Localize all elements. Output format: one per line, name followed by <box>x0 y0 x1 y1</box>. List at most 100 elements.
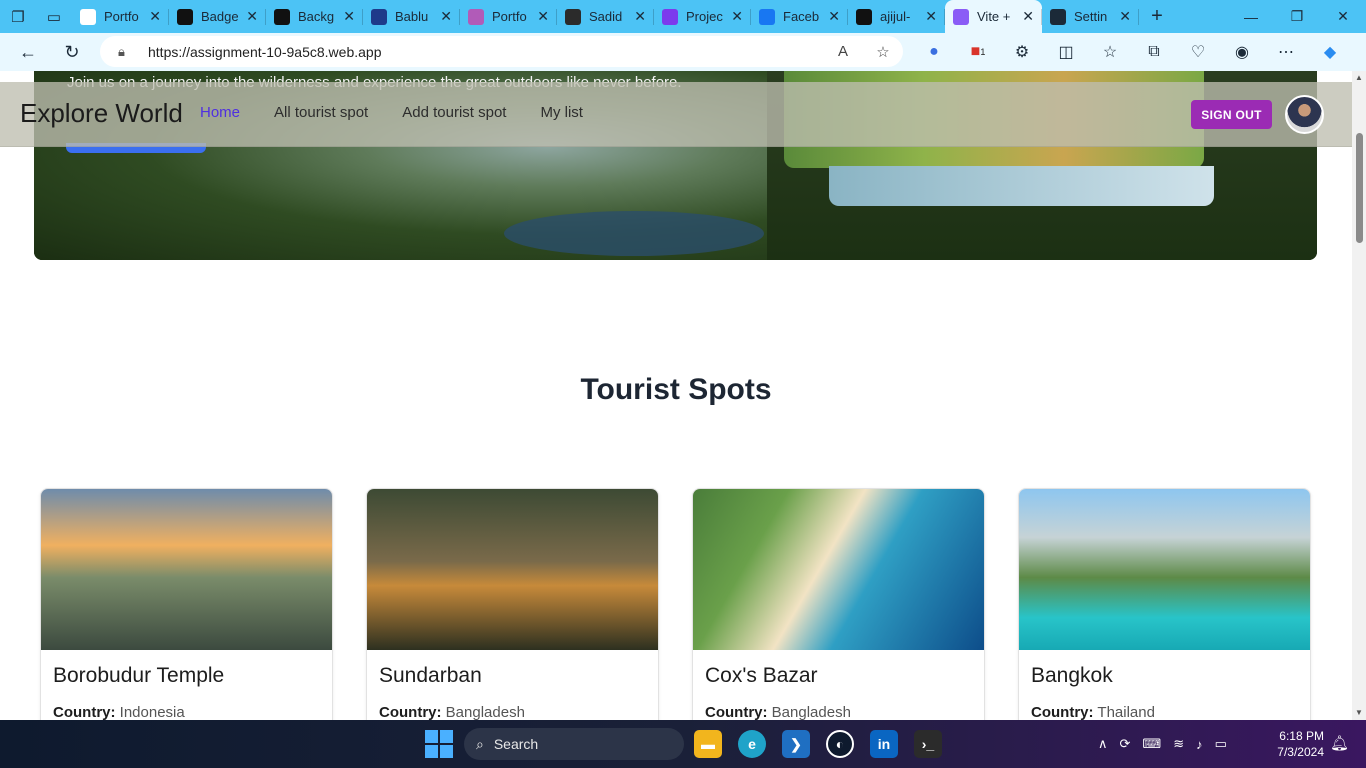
browser-tab-title: Portfo <box>492 9 527 24</box>
doc-icon <box>80 8 96 25</box>
refresh-icon[interactable]: ↻ <box>50 33 94 71</box>
restore-icon[interactable]: ❐ <box>1274 0 1320 33</box>
browser-tab-strip: ❐ ▭ Portfo ✕ Badge ✕ Backg ✕ Bablu ✕ Portfo ✕ Sadi… <box>0 0 1366 33</box>
close-tab-icon[interactable]: ✕ <box>440 8 452 25</box>
browser-tab[interactable]: Settin ✕ <box>1042 0 1139 33</box>
copilot-icon[interactable]: ◆ <box>1308 42 1352 62</box>
more-menu-icon[interactable]: ⋯ <box>1264 42 1308 62</box>
browser-tab[interactable]: ajijul- ✕ <box>848 0 945 33</box>
extensions-icon[interactable]: ⚙︎ <box>1000 42 1044 62</box>
portfolio-icon <box>468 8 484 25</box>
lock-icon[interactable]: 🔒︎ <box>118 44 134 60</box>
extension-badge-count: 1 <box>980 47 986 57</box>
section-title: Tourist Spots <box>580 373 772 406</box>
scrollbar-thumb[interactable] <box>1356 133 1363 243</box>
close-tab-icon[interactable]: ✕ <box>925 8 937 25</box>
close-tab-icon[interactable]: ✕ <box>246 8 258 25</box>
card-image-borobudur[interactable] <box>41 489 332 650</box>
card-country-value: Bangladesh <box>771 704 851 720</box>
volume-icon[interactable]: ♪ <box>1196 737 1203 752</box>
nav-link-all-tourist-spot[interactable]: All tourist spot <box>274 104 368 121</box>
browser-essentials-icon[interactable]: ♡ <box>1176 42 1220 62</box>
mongodb-compass-icon[interactable]: ◐ <box>826 730 854 758</box>
sync-icon[interactable]: ⟳ <box>1120 736 1131 752</box>
tab-actions-icon[interactable]: ▭ <box>36 0 72 33</box>
copilot-sidebar-icon[interactable]: ● <box>912 43 956 61</box>
read-aloud-icon[interactable]: A <box>823 43 863 60</box>
browser-tab[interactable]: Sadid ✕ <box>557 0 654 33</box>
sign-out-button[interactable]: SIGN OUT <box>1191 100 1272 129</box>
tourist-spot-card[interactable]: Bangkok Country: Thailand <box>1018 488 1311 720</box>
minimize-icon[interactable]: — <box>1228 0 1274 33</box>
keyboard-icon[interactable]: ⌨ <box>1142 736 1161 752</box>
edge-browser-icon[interactable]: e <box>738 730 766 758</box>
browser-tab[interactable]: Projec ✕ <box>654 0 751 33</box>
nav-link-add-tourist-spot[interactable]: Add tourist spot <box>402 104 506 121</box>
card-country: Country: Bangladesh <box>367 688 658 720</box>
terminal-icon[interactable]: ›_ <box>914 730 942 758</box>
hero-image-water <box>829 166 1214 206</box>
card-country-value: Indonesia <box>119 704 185 720</box>
taskbar-search[interactable]: ⌕ Search <box>464 728 684 760</box>
card-image-coxs-bazar[interactable] <box>693 489 984 650</box>
page-scrollbar[interactable]: ▲ ▼ <box>1352 71 1366 720</box>
browser-tab[interactable]: Bablu ✕ <box>363 0 460 33</box>
close-window-icon[interactable]: ✕ <box>1320 0 1366 33</box>
close-tab-icon[interactable]: ✕ <box>828 8 840 25</box>
tray-overflow-icon[interactable]: ∧ <box>1098 736 1108 752</box>
favorites-icon[interactable]: ☆ <box>1088 42 1132 62</box>
tab-list: Portfo ✕ Badge ✕ Backg ✕ Bablu ✕ Portfo ✕ Sadid ✕ Pr… <box>72 0 1139 33</box>
extension-badge-icon[interactable]: ■ 1 <box>956 43 1000 61</box>
card-country: Country: Thailand <box>1019 688 1310 720</box>
close-tab-icon[interactable]: ✕ <box>149 8 161 25</box>
browser-tab[interactable]: Vite + ✕ <box>945 0 1042 33</box>
notification-bell-icon[interactable]: 🔔︎ <box>1330 734 1349 752</box>
address-bar[interactable]: 🔒︎ https://assignment-10-9a5c8.web.app A… <box>100 36 903 67</box>
browser-tab[interactable]: Portfo ✕ <box>72 0 169 33</box>
close-tab-icon[interactable]: ✕ <box>1119 8 1131 25</box>
new-tab-button[interactable]: + <box>1139 5 1175 28</box>
browser-tab-title: Vite + <box>977 9 1011 24</box>
card-image-sundarban[interactable] <box>367 489 658 650</box>
close-tab-icon[interactable]: ✕ <box>343 8 355 25</box>
back-icon[interactable]: ← <box>6 33 50 71</box>
split-screen-icon[interactable]: ◫ <box>1044 42 1088 62</box>
taskbar-clock[interactable]: 6:18 PM 7/3/2024 <box>1270 728 1324 760</box>
avatar[interactable] <box>1285 95 1324 134</box>
scroll-up-icon[interactable]: ▲ <box>1352 71 1366 85</box>
vscode-icon[interactable]: ❯ <box>782 730 810 758</box>
wifi-icon[interactable]: ≋ <box>1173 736 1184 752</box>
profile-icon[interactable]: ◉ <box>1220 42 1264 62</box>
close-tab-icon[interactable]: ✕ <box>1022 8 1034 25</box>
collections-icon[interactable]: ⧉ <box>1132 43 1176 61</box>
github-icon <box>856 8 872 25</box>
tourist-spot-card[interactable]: Cox's Bazar Country: Bangladesh <box>692 488 985 720</box>
card-image-bangkok[interactable] <box>1019 489 1310 650</box>
brand-logo[interactable]: Explore World <box>20 98 183 129</box>
favorite-star-icon[interactable]: ☆ <box>863 43 903 61</box>
browser-tab[interactable]: Faceb ✕ <box>751 0 848 33</box>
url-text[interactable]: https://assignment-10-9a5c8.web.app <box>148 44 823 60</box>
file-explorer-icon[interactable]: ▬ <box>694 730 722 758</box>
browser-tab[interactable]: Badge ✕ <box>169 0 266 33</box>
nav-link-home[interactable]: Home <box>200 104 240 121</box>
system-tray: ∧ ⟳ ⌨ ≋ ♪ ▭ <box>1098 720 1227 768</box>
close-tab-icon[interactable]: ✕ <box>731 8 743 25</box>
scroll-down-icon[interactable]: ▼ <box>1352 706 1366 720</box>
start-button[interactable] <box>425 730 453 758</box>
browser-tab[interactable]: Backg ✕ <box>266 0 363 33</box>
tourist-spot-card[interactable]: Sundarban Country: Bangladesh <box>366 488 659 720</box>
battery-icon[interactable]: ▭ <box>1215 736 1227 752</box>
close-tab-icon[interactable]: ✕ <box>537 8 549 25</box>
browser-tab-title: Portfo <box>104 9 139 24</box>
browser-tab[interactable]: Portfo ✕ <box>460 0 557 33</box>
linkedin-icon[interactable]: in <box>870 730 898 758</box>
nav-links: Home All tourist spot Add tourist spot M… <box>200 104 583 121</box>
tourist-spot-card[interactable]: Borobudur Temple Country: Indonesia <box>40 488 333 720</box>
close-tab-icon[interactable]: ✕ <box>634 8 646 25</box>
nav-link-my-list[interactable]: My list <box>540 104 583 121</box>
browser-tab-title: ajijul- <box>880 9 911 24</box>
card-country: Country: Indonesia <box>41 688 332 720</box>
tourist-spot-cards: Borobudur Temple Country: Indonesia Sund… <box>40 488 1311 720</box>
workspaces-icon[interactable]: ❐ <box>0 0 36 33</box>
